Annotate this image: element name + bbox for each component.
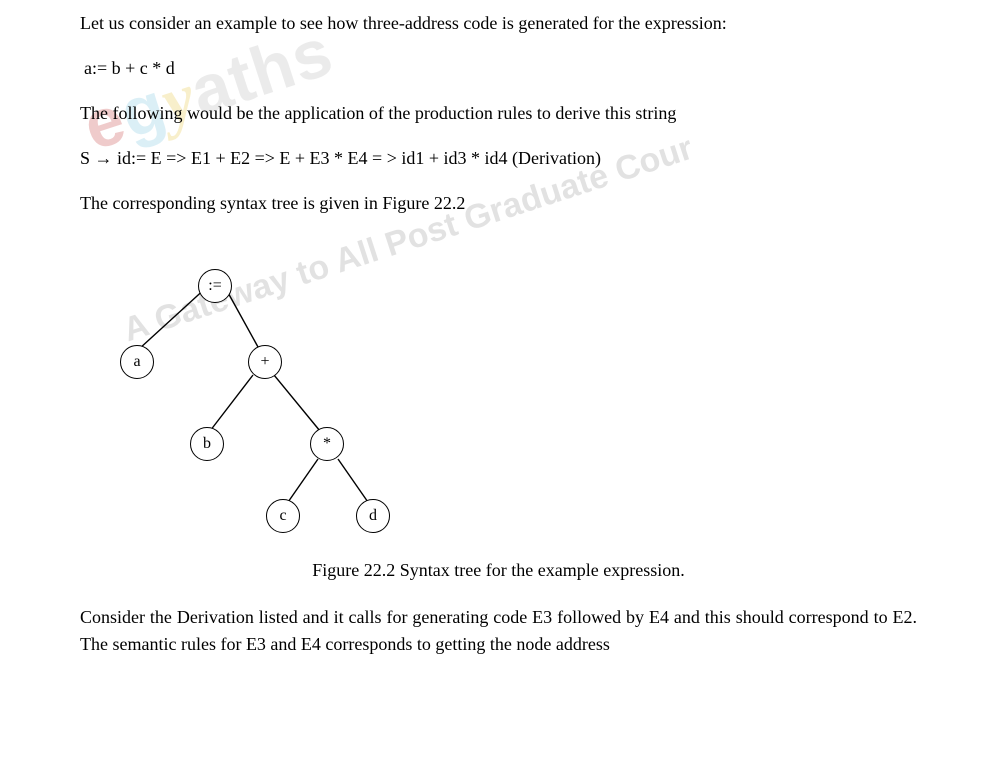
figure-caption: Figure 22.2 Syntax tree for the example … — [80, 557, 917, 584]
tree-node-b: b — [190, 427, 224, 461]
syntax-tree-figure: := a + b * c d — [90, 247, 470, 537]
paragraph-expression: a:= b + c * d — [80, 55, 917, 82]
tree-node-assign: := — [198, 269, 232, 303]
tree-node-mul: * — [310, 427, 344, 461]
paragraph-tree-ref: The corresponding syntax tree is given i… — [80, 190, 917, 217]
paragraph-derivation: S → id:= E => E1 + E2 => E + E3 * E4 = >… — [80, 145, 917, 172]
tree-node-plus: + — [248, 345, 282, 379]
tree-node-d: d — [356, 499, 390, 533]
tree-node-a: a — [120, 345, 154, 379]
tree-edges — [90, 247, 470, 537]
paragraph-intro: Let us consider an example to see how th… — [80, 10, 917, 37]
paragraph-rules-intro: The following would be the application o… — [80, 100, 917, 127]
paragraph-closing: Consider the Derivation listed and it ca… — [80, 604, 917, 658]
tree-node-c: c — [266, 499, 300, 533]
